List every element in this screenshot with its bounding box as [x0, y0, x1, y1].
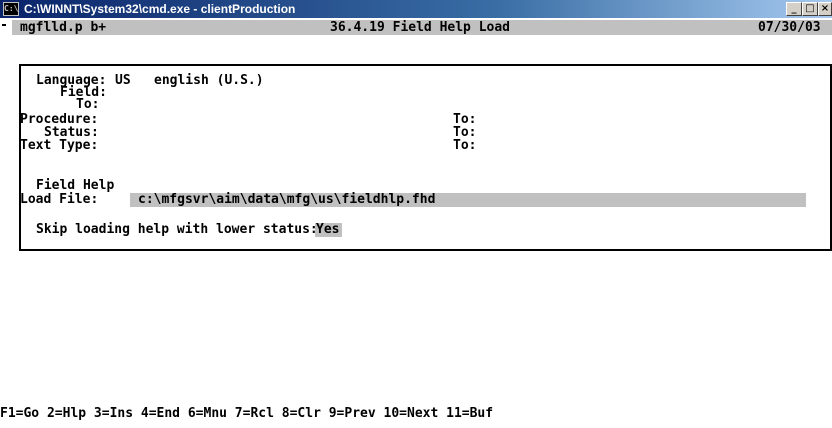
- maximize-button[interactable]: □: [802, 2, 818, 16]
- skip-loading-label: Skip loading help with lower status:: [36, 222, 318, 237]
- window-title: C:\WINNT\System32\cmd.exe - clientProduc…: [24, 2, 296, 16]
- load-file-value[interactable]: c:\mfgsvr\aim\data\mfg\us\fieldhlp.fhd: [138, 193, 435, 207]
- text-type-label: Text Type:: [20, 138, 99, 153]
- header-date: 07/30/03: [758, 20, 821, 35]
- text-type-to-label: To:: [453, 138, 477, 153]
- field-help-label: Field Help: [36, 178, 115, 193]
- console-area[interactable]: mgflld.p b+ 36.4.19 Field Help Load 07/3…: [0, 18, 832, 428]
- cursor-mark: [2, 24, 6, 26]
- language-code[interactable]: US: [115, 74, 131, 88]
- skip-loading-value[interactable]: Yes: [316, 223, 339, 237]
- language-description: english (U.S.): [154, 73, 264, 88]
- cmd-icon[interactable]: C:\: [3, 2, 19, 16]
- function-key-bar: F1=Go 2=Hlp 3=Ins 4=End 6=Mnu 7=Rcl 8=Cl…: [0, 406, 494, 421]
- program-name: mgflld.p b+: [20, 20, 107, 35]
- load-file-label: Load File:: [20, 192, 99, 207]
- menu-title: 36.4.19 Field Help Load: [330, 20, 511, 35]
- minimize-button[interactable]: _: [786, 2, 802, 16]
- window-title-bar[interactable]: C:\ C:\WINNT\System32\cmd.exe - clientPr…: [0, 0, 832, 18]
- close-button[interactable]: ×: [818, 2, 832, 16]
- field-to-label: To:: [76, 97, 100, 112]
